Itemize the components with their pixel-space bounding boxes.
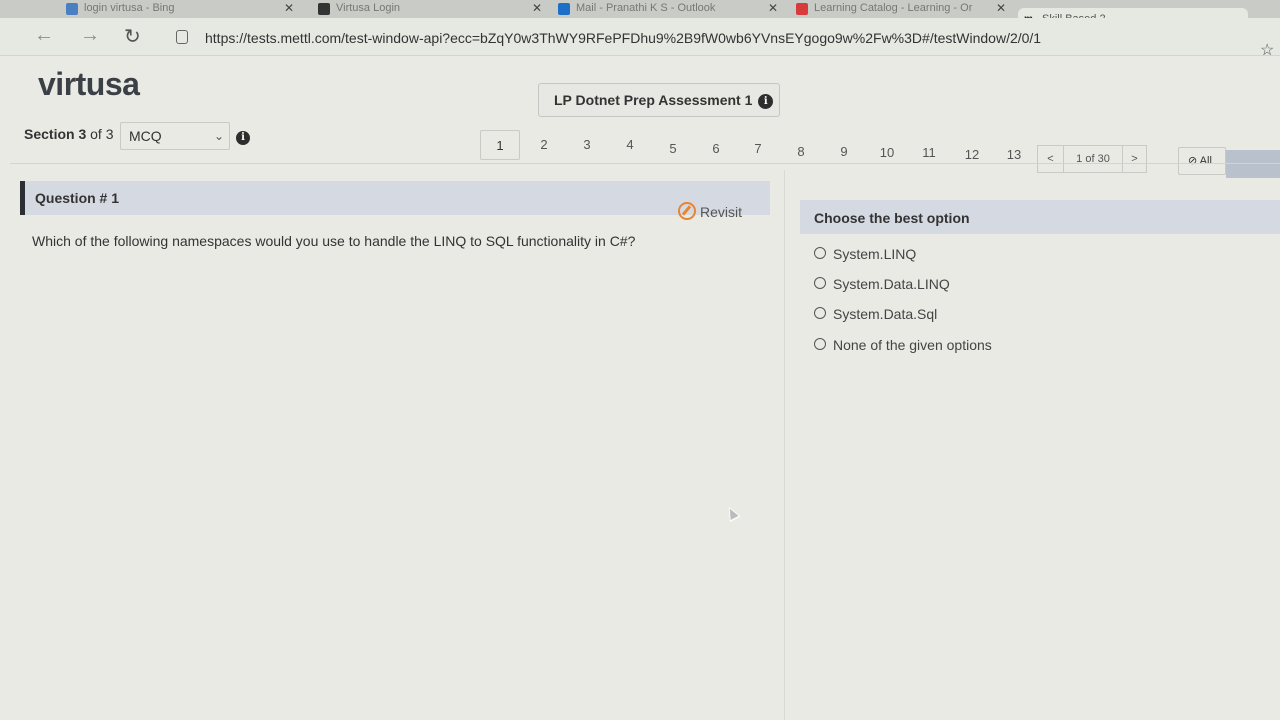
page-button-12[interactable]: 12	[952, 140, 992, 170]
tab-label: Virtusa Login	[336, 2, 401, 14]
option-label: System.LINQ	[833, 246, 917, 262]
question-title: Question # 1	[35, 190, 120, 206]
outlook-favicon-icon	[558, 3, 570, 15]
section-dropdown[interactable]: MCQ ⌄	[120, 122, 230, 150]
virtusa-favicon-icon	[318, 3, 330, 15]
pager-control: < 1 of 30 >	[1037, 145, 1147, 173]
next-page-button[interactable]: >	[1122, 146, 1146, 172]
radio-button[interactable]	[814, 307, 826, 320]
option-2[interactable]: System.Data.LINQ	[814, 276, 950, 292]
page-button-6[interactable]: 6	[696, 134, 736, 164]
page-button-3[interactable]: 3	[567, 130, 607, 160]
all-label: All	[1199, 155, 1212, 167]
section-indicator: Section 3 of 3	[24, 126, 114, 142]
radio-button[interactable]	[814, 247, 826, 260]
close-tab-icon[interactable]: ✕	[996, 0, 1006, 16]
forward-arrow-icon[interactable]: →	[80, 24, 100, 47]
section-total: of 3	[86, 126, 114, 142]
page-button-4[interactable]: 4	[610, 130, 650, 160]
close-tab-icon[interactable]: ✕	[284, 0, 294, 16]
tab-label: Learning Catalog - Learning - Or	[814, 2, 973, 14]
browser-tab-strip: login virtusa - Bing ✕ Virtusa Login ✕ M…	[0, 0, 1280, 32]
page-button-2[interactable]: 2	[524, 130, 564, 160]
close-tab-icon[interactable]: ✕	[768, 0, 778, 16]
revisit-button[interactable]: Revisit	[678, 202, 743, 222]
tab-label: Mail - Pranathi K S - Outlook	[576, 2, 716, 14]
radio-button[interactable]	[814, 338, 826, 351]
learning-favicon-icon	[796, 3, 808, 15]
tab-label: login virtusa - Bing	[84, 2, 175, 14]
browser-tab-virtusa-login[interactable]: Virtusa Login ✕	[312, 0, 548, 18]
question-text: Which of the following namespaces would …	[32, 233, 636, 249]
close-tab-icon[interactable]: ✕	[532, 0, 542, 16]
browser-tab-learning-catalog[interactable]: Learning Catalog - Learning - Or ✕	[790, 0, 1012, 18]
options-header: Choose the best option	[800, 200, 1280, 234]
chevron-down-icon: ⌄	[213, 129, 224, 143]
option-label: System.Data.Sql	[833, 306, 938, 322]
bookmark-star-icon[interactable]: ☆	[1260, 40, 1274, 60]
check-circle-icon: ⊘	[1188, 155, 1198, 167]
browser-tab-outlook[interactable]: Mail - Pranathi K S - Outlook ✕	[552, 0, 784, 18]
question-header: Question # 1	[20, 181, 770, 215]
page-button-7[interactable]: 7	[738, 134, 778, 164]
browser-tab-bing[interactable]: login virtusa - Bing ✕	[60, 0, 300, 18]
page-button-5[interactable]: 5	[653, 134, 693, 164]
panel-divider	[784, 170, 785, 720]
browser-address-bar: ← → ↻ https://tests.mettl.com/test-windo…	[0, 18, 1280, 56]
option-1[interactable]: System.LINQ	[814, 246, 916, 262]
option-4[interactable]: None of the given options	[814, 337, 992, 353]
mouse-cursor-icon	[723, 504, 741, 522]
bing-favicon-icon	[66, 3, 78, 15]
virtusa-logo: virtusa	[38, 66, 140, 102]
section-info-icon[interactable]: i	[236, 131, 250, 145]
section-number: Section 3	[24, 126, 87, 142]
page-count: 1 of 30	[1076, 153, 1110, 165]
header-divider	[10, 163, 1280, 164]
page-button-1[interactable]: 1	[480, 130, 520, 160]
option-label: None of the given options	[833, 337, 992, 353]
option-3[interactable]: System.Data.Sql	[814, 306, 937, 322]
reload-icon[interactable]: ↻	[124, 24, 141, 49]
section-dropdown-value: MCQ	[129, 128, 162, 144]
url-field[interactable]: https://tests.mettl.com/test-window-api?…	[205, 30, 1041, 46]
page-button-13[interactable]: 13	[994, 140, 1034, 170]
back-arrow-icon[interactable]: ←	[34, 24, 54, 47]
status-bar-segment	[1226, 150, 1280, 178]
option-label: System.Data.LINQ	[833, 276, 950, 292]
all-questions-button[interactable]: ⊘ All	[1178, 147, 1226, 175]
assessment-title-button[interactable]: LP Dotnet Prep Assessment 1 i	[538, 83, 780, 117]
assessment-title: LP Dotnet Prep Assessment 1	[554, 92, 753, 108]
revisit-pencil-icon	[678, 202, 696, 221]
revisit-label: Revisit	[700, 204, 743, 220]
info-icon[interactable]: i	[758, 93, 774, 109]
lock-icon	[176, 30, 188, 44]
options-title: Choose the best option	[814, 210, 970, 226]
previous-page-button[interactable]: <	[1038, 146, 1064, 172]
radio-button[interactable]	[814, 277, 826, 290]
